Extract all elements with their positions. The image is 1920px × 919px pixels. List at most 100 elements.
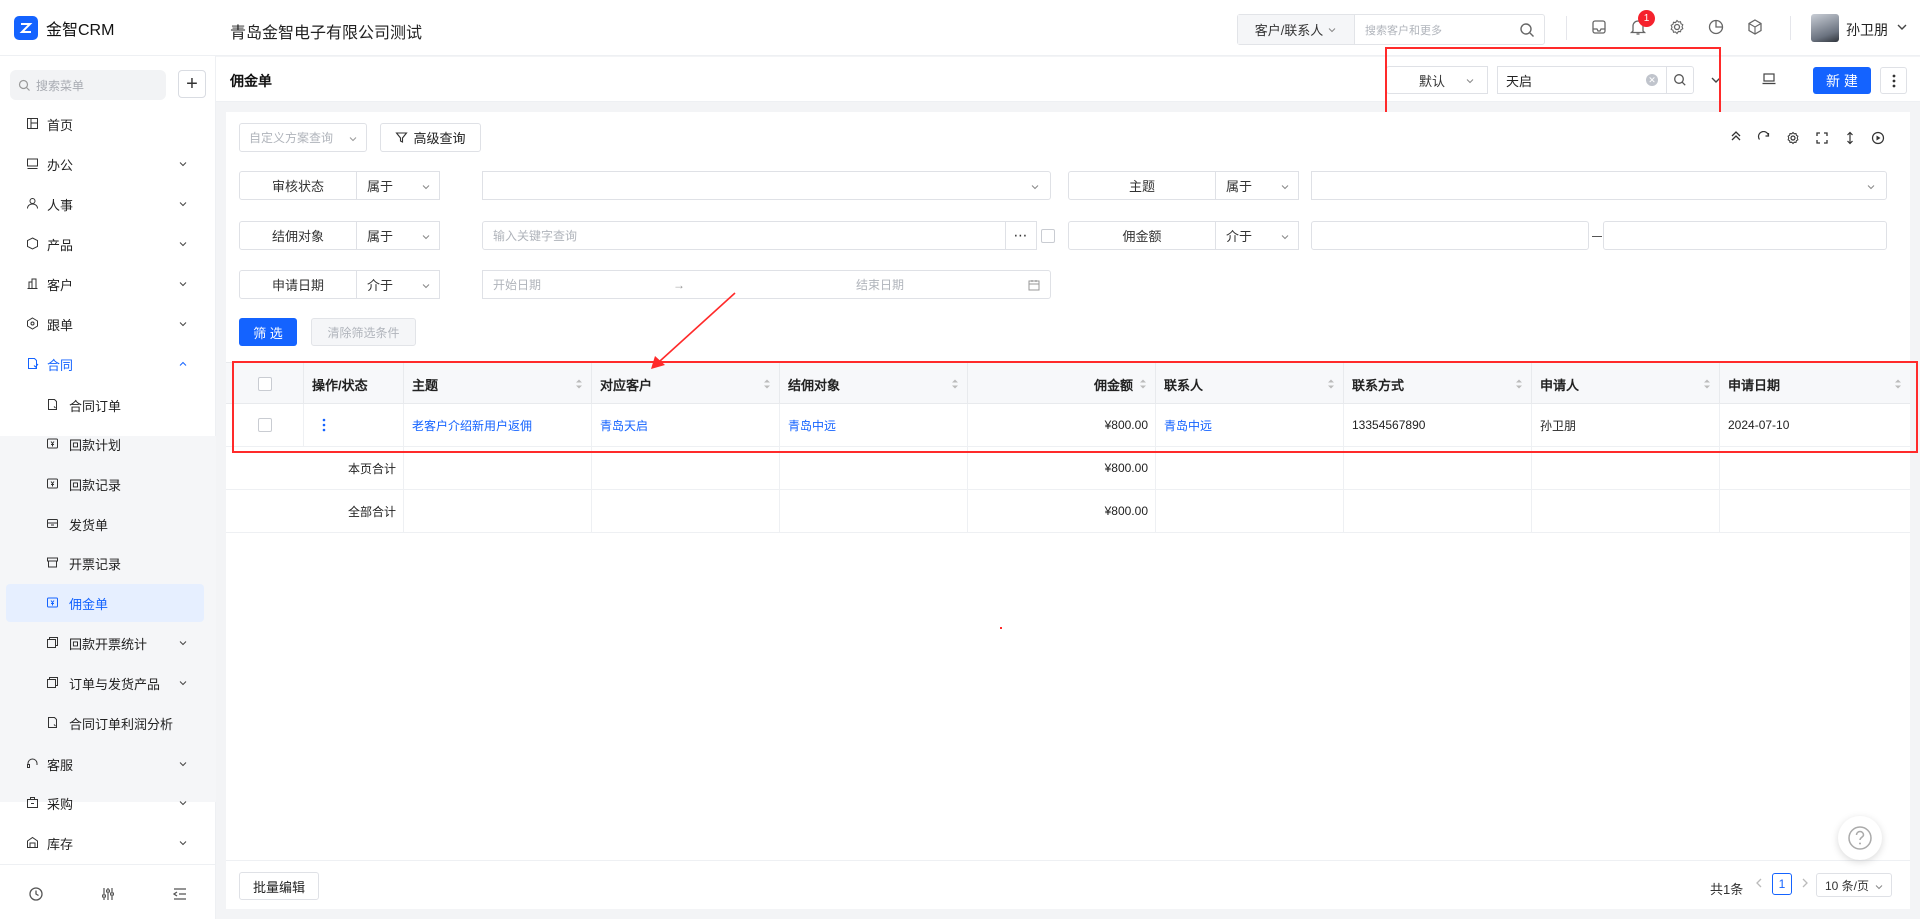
filter-value-audit-status[interactable] xyxy=(482,171,1051,200)
date-range-picker[interactable]: 开始日期 → 结束日期 xyxy=(482,270,1051,299)
sidebar-item-customer[interactable]: 客户 xyxy=(0,265,216,303)
add-menu-button[interactable]: + xyxy=(178,70,206,98)
sidebar-item-label: 库存 xyxy=(47,836,74,852)
end-date-placeholder: 结束日期 xyxy=(856,278,905,292)
page-total-row: 本页合计 ¥800.00 xyxy=(226,447,1910,490)
sidebar-item-office[interactable]: 办公 xyxy=(0,145,216,183)
customer-icon xyxy=(27,278,38,289)
global-search-input[interactable]: 搜索客户和更多 xyxy=(1355,22,1510,38)
filter-label-apply-date: 申请日期 xyxy=(239,270,357,299)
notification-badge: 1 xyxy=(1638,10,1655,27)
search-type-select[interactable]: 客户/联系人 xyxy=(1238,15,1355,44)
empty-cell xyxy=(1532,447,1720,489)
history-icon[interactable] xyxy=(28,886,44,902)
chevron-down-icon xyxy=(422,235,430,240)
play-icon[interactable] xyxy=(1871,131,1885,145)
filter-amount-max[interactable] xyxy=(1603,221,1887,250)
box-icon xyxy=(47,519,58,528)
page-size-select[interactable]: 10 条/页 xyxy=(1816,873,1892,897)
filter-op-subject[interactable]: 属于 xyxy=(1215,171,1299,200)
chevron-down-icon[interactable] xyxy=(1896,21,1908,33)
sidebar-item-service[interactable]: 客服 xyxy=(0,745,216,783)
filter-op-apply-date[interactable]: 介于 xyxy=(356,270,440,299)
inventory-icon xyxy=(27,836,38,848)
next-page-icon[interactable] xyxy=(1800,877,1810,889)
sidebar-subitem-commission[interactable]: 佣金单 xyxy=(0,584,216,622)
sidebar-item-inventory[interactable]: 库存 xyxy=(0,824,216,862)
filter-label-commission-target: 结佣对象 xyxy=(239,221,357,250)
inbox-icon[interactable] xyxy=(1590,18,1608,36)
sidebar-item-label: 首页 xyxy=(47,117,74,133)
chevron-down-icon xyxy=(1281,185,1289,190)
search-icon[interactable] xyxy=(1510,22,1544,38)
empty-cell xyxy=(404,447,592,489)
all-total-amount: ¥800.00 xyxy=(968,490,1156,532)
sidebar-item-product[interactable]: 产品 xyxy=(0,225,216,263)
filter-op-audit-status[interactable]: 属于 xyxy=(356,171,440,200)
filter-button[interactable]: 筛 选 xyxy=(239,318,297,346)
copy-icon xyxy=(47,637,58,648)
adjust-icon[interactable] xyxy=(100,886,116,902)
sidebar-item-hr[interactable]: 人事 xyxy=(0,185,216,223)
settings-icon[interactable] xyxy=(1786,131,1800,145)
clear-filters-button[interactable]: 清除筛选条件 xyxy=(311,318,416,346)
sidebar-item-purchase[interactable]: 采购 xyxy=(0,784,216,822)
start-date-placeholder: 开始日期 xyxy=(493,278,542,292)
pagination-bar: 批量编辑 共1条 1 10 条/页 xyxy=(226,860,1910,909)
chevron-down-icon xyxy=(179,762,187,767)
collapse-menu-icon[interactable] xyxy=(172,886,188,902)
sidebar-item-label: 产品 xyxy=(47,237,74,253)
sidebar-subitem-invoice[interactable]: 开票记录 xyxy=(0,544,216,582)
invoice-icon xyxy=(47,557,58,568)
page-total-label: 本页合计 xyxy=(226,447,404,489)
empty-cell xyxy=(1156,447,1344,489)
help-button[interactable] xyxy=(1838,816,1882,860)
filter-op-commission-target[interactable]: 属于 xyxy=(356,221,440,250)
document-icon xyxy=(48,399,57,410)
prev-page-icon[interactable] xyxy=(1754,877,1764,889)
settings-icon[interactable] xyxy=(1668,18,1686,36)
all-total-label: 全部合计 xyxy=(226,490,404,532)
sidebar-subitem-order-products[interactable]: 订单与发货产品 xyxy=(0,664,216,702)
menu-search-input[interactable]: 搜索菜单 xyxy=(10,70,166,100)
sidebar-subitem-payment-plan[interactable]: 回款计划 xyxy=(0,425,216,463)
office-icon xyxy=(27,158,38,169)
money-icon xyxy=(47,597,58,608)
sidebar-subitem-payment-invoice-stats[interactable]: 回款开票统计 xyxy=(0,624,216,662)
sidebar-item-contract[interactable]: 合同 xyxy=(0,345,216,383)
refresh-icon[interactable] xyxy=(1757,131,1771,145)
sidebar-item-follow[interactable]: 跟单 xyxy=(0,305,216,343)
page-number[interactable]: 1 xyxy=(1772,873,1792,895)
sidebar-subitem-payment-record[interactable]: 回款记录 xyxy=(0,465,216,503)
filter-value-commission-target[interactable]: 输入关键字查询 xyxy=(482,221,1006,250)
sidebar-item-home[interactable]: 首页 xyxy=(0,105,216,143)
global-search: 客户/联系人 搜索客户和更多 xyxy=(1237,14,1545,45)
calendar-icon xyxy=(1028,280,1040,291)
filter-checkbox[interactable] xyxy=(1041,229,1055,243)
chevron-down-icon xyxy=(1281,235,1289,240)
sidebar-subitem-profit-analysis[interactable]: 合同订单利润分析 xyxy=(0,704,216,742)
filter-value-subject[interactable] xyxy=(1311,171,1887,200)
sidebar-subitem-delivery[interactable]: 发货单 xyxy=(0,505,216,543)
sidebar-subitem-contract-order[interactable]: 合同订单 xyxy=(0,386,216,424)
scheme-select[interactable]: 自定义方案查询 xyxy=(239,123,367,152)
laptop-icon[interactable] xyxy=(1761,71,1777,87)
filter-amount-min[interactable] xyxy=(1311,221,1589,250)
chart-pie-icon[interactable] xyxy=(1707,18,1725,36)
row-height-icon[interactable] xyxy=(1843,131,1857,145)
advanced-query-button[interactable]: 高级查询 xyxy=(380,123,481,152)
more-button[interactable] xyxy=(1880,67,1907,94)
page-total-amount: ¥800.00 xyxy=(968,447,1156,489)
avatar[interactable] xyxy=(1811,14,1839,42)
fullscreen-icon[interactable] xyxy=(1815,131,1829,145)
app-logo[interactable]: 金智CRM xyxy=(14,16,114,40)
batch-edit-button[interactable]: 批量编辑 xyxy=(239,872,319,900)
filter-op-amount[interactable]: 介于 xyxy=(1215,221,1299,250)
new-button[interactable]: 新 建 xyxy=(1813,67,1871,94)
annotation-dot xyxy=(1000,627,1002,629)
more-vertical-icon xyxy=(1892,74,1895,87)
cube-icon[interactable] xyxy=(1746,18,1764,36)
collapse-up-icon[interactable] xyxy=(1729,129,1743,143)
user-name[interactable]: 孙卫朋 xyxy=(1846,20,1888,40)
more-options-button[interactable]: ⋯ xyxy=(1005,221,1037,250)
